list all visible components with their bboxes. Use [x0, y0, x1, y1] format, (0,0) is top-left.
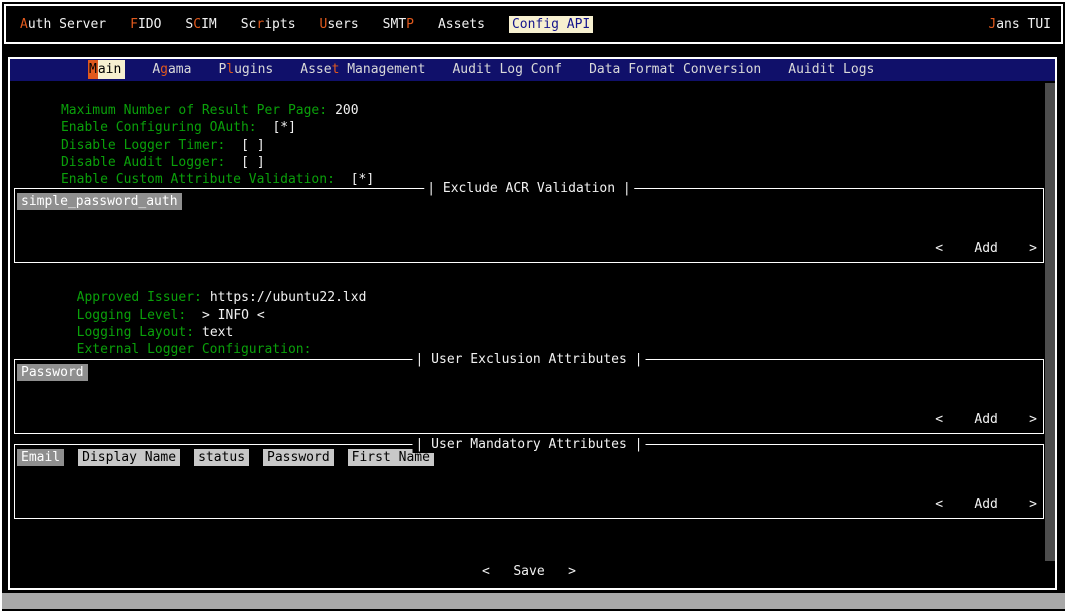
enable-custom-attribute-validation-checkbox[interactable]: [*] — [343, 172, 374, 187]
tab-data-format-conversion[interactable]: Data Format Conversion — [589, 59, 761, 81]
max-result-per-page-input[interactable]: 200 — [335, 103, 358, 118]
disable-audit-logger-checkbox[interactable]: [ ] — [233, 155, 264, 170]
menu-item-config-api[interactable]: Config API — [509, 16, 593, 33]
menu-item-scripts[interactable]: Scripts — [241, 17, 296, 32]
user-exclusion-attributes-title: | User Exclusion Attributes | — [413, 351, 646, 368]
tab-asset-management[interactable]: Asset Management — [300, 59, 425, 81]
user-exclusion-add-button[interactable]: < Add > — [935, 411, 1037, 428]
menu-item-smtp[interactable]: SMTP — [383, 17, 414, 32]
field-max-result-per-page: Maximum Number of Result Per Page:200 — [14, 85, 1044, 102]
form-content: Maximum Number of Result Per Page:200 En… — [14, 85, 1044, 581]
vertical-scrollbar[interactable] — [1045, 83, 1055, 561]
status-bar — [2, 593, 1065, 609]
user-mandatory-attributes-box: | User Mandatory Attributes | Email Disp… — [14, 444, 1044, 519]
config-api-panel: Main Agama Plugins Asset Management Audi… — [8, 57, 1057, 590]
chip-password[interactable]: Password — [17, 364, 88, 381]
logging-level-dropdown[interactable]: > INFO < — [194, 308, 264, 323]
logging-layout-input[interactable]: text — [202, 325, 233, 340]
app-title: Jans TUI — [988, 17, 1051, 32]
exclude-acr-validation-title: | Exclude ACR Validation | — [424, 180, 634, 197]
menu-item-users[interactable]: Users — [320, 17, 359, 32]
approved-issuer-input[interactable]: https://ubuntu22.lxd — [210, 290, 367, 305]
chip-password-mandatory[interactable]: Password — [263, 449, 334, 466]
menu-item-auth-server[interactable]: Auth Server — [20, 17, 106, 32]
disable-logger-timer-checkbox[interactable]: [ ] — [233, 138, 264, 153]
middle-fields: Approved Issuer:https://ubuntu22.lxd Log… — [14, 272, 1044, 358]
tab-plugins[interactable]: Plugins — [218, 59, 273, 81]
tab-audit-log-conf[interactable]: Audit Log Conf — [452, 59, 562, 81]
menu-item-scim[interactable]: SCIM — [185, 17, 216, 32]
menu-item-fido[interactable]: FIDO — [130, 17, 161, 32]
chip-simple-password-auth[interactable]: simple_password_auth — [17, 193, 182, 210]
save-button[interactable]: < Save > — [476, 562, 582, 581]
exclude-acr-validation-box: | Exclude ACR Validation | simple_passwo… — [14, 188, 1044, 263]
tab-main[interactable]: Main — [88, 59, 125, 81]
tab-auidit-logs[interactable]: Auidit Logs — [788, 59, 874, 81]
field-approved-issuer: Approved Issuer:https://ubuntu22.lxd — [14, 272, 1044, 289]
tab-agama[interactable]: Agama — [152, 59, 191, 81]
enable-configuring-oauth-checkbox[interactable]: [*] — [265, 120, 296, 135]
save-row: < Save > — [14, 562, 1044, 581]
top-menu-bar: Auth Server FIDO SCIM Scripts Users SMTP… — [4, 4, 1063, 44]
user-exclusion-attributes-box: | User Exclusion Attributes | Password <… — [14, 359, 1044, 434]
exclude-acr-add-button[interactable]: < Add > — [935, 240, 1037, 257]
chip-status[interactable]: status — [194, 449, 249, 466]
chip-display-name[interactable]: Display Name — [78, 449, 180, 466]
menu-item-assets[interactable]: Assets — [438, 17, 485, 32]
tab-bar: Main Agama Plugins Asset Management Audi… — [10, 59, 1055, 81]
user-mandatory-add-button[interactable]: < Add > — [935, 496, 1037, 513]
user-mandatory-attributes-title: | User Mandatory Attributes | — [413, 436, 646, 453]
chip-email[interactable]: Email — [17, 449, 64, 466]
